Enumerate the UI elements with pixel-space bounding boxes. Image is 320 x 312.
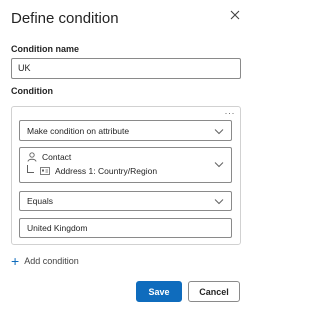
chevron-down-icon [214, 128, 224, 138]
tree-connector [27, 164, 34, 173]
add-condition-button[interactable]: + Add condition [11, 253, 79, 269]
entity-name: Contact [42, 152, 72, 162]
value-input[interactable]: United Kingdom [19, 218, 232, 238]
attribute-picker[interactable]: Contact Address 1: Country/Region [19, 147, 232, 183]
save-button[interactable]: Save [136, 281, 182, 302]
person-icon [27, 152, 37, 162]
condition-type-value: Make condition on attribute [27, 125, 130, 136]
condition-name-label: Condition name [11, 44, 79, 54]
operator-value: Equals [27, 196, 53, 206]
dialog-title: Define condition [11, 10, 119, 27]
operator-select[interactable]: Equals [19, 191, 232, 211]
address-card-icon [40, 167, 50, 175]
close-icon[interactable] [228, 9, 242, 23]
condition-panel: ··· Make condition on attribute Contact … [11, 106, 241, 245]
add-condition-label: Add condition [24, 256, 79, 266]
value-text: United Kingdom [27, 223, 88, 233]
condition-label: Condition [11, 86, 53, 96]
attribute-name: Address 1: Country/Region [55, 166, 158, 176]
plus-icon: + [11, 253, 20, 269]
condition-name-input[interactable]: UK [11, 58, 241, 79]
more-options-icon[interactable]: ··· [225, 108, 236, 118]
cancel-button[interactable]: Cancel [188, 281, 240, 302]
entity-row: Contact [27, 152, 71, 162]
chevron-down-icon [214, 161, 224, 171]
chevron-down-icon [214, 198, 224, 208]
attribute-row: Address 1: Country/Region [27, 164, 158, 176]
condition-type-select[interactable]: Make condition on attribute [19, 120, 232, 141]
